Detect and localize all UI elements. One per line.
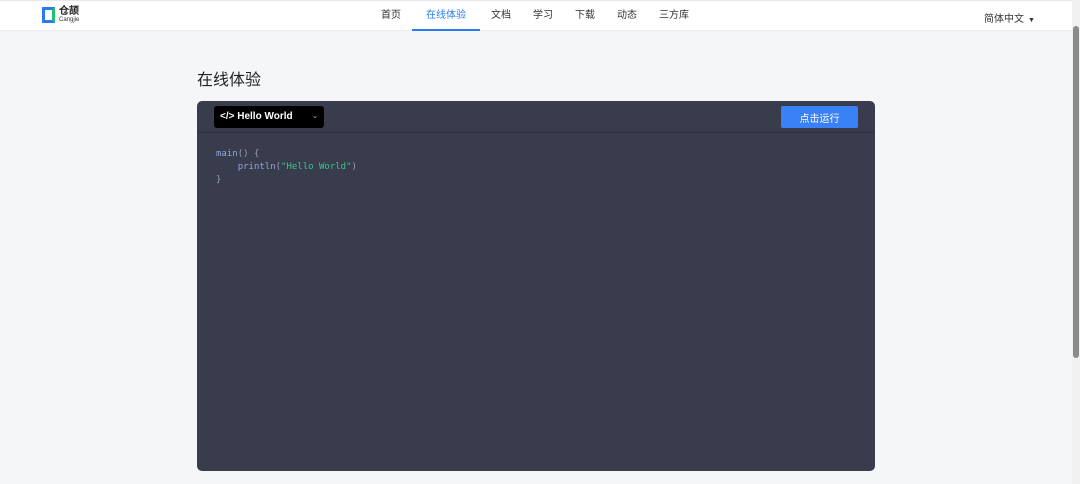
code-editor-panel: </> Hello World ⌄ 点击运行 main() { println("… xyxy=(197,101,875,471)
code-token: } xyxy=(216,175,222,185)
logo[interactable]: 仓颉 Cangjie xyxy=(42,7,79,23)
caret-down-icon: ▼ xyxy=(1028,17,1035,24)
nav-download[interactable]: 下载 xyxy=(564,1,606,31)
example-select[interactable]: </> Hello World ⌄ xyxy=(214,106,324,128)
top-nav: 仓颉 Cangjie 首页 在线体验 文档 学习 下载 动态 三方库 简体中文 ▼ xyxy=(0,0,1072,31)
language-selector[interactable]: 简体中文 ▼ xyxy=(984,10,1035,25)
logo-icon xyxy=(42,7,55,23)
code-token: ) xyxy=(351,162,357,172)
logo-subtext: Cangjie xyxy=(59,17,80,23)
nav-learn[interactable]: 学习 xyxy=(522,1,564,31)
code-token: main xyxy=(216,149,238,159)
example-select-value: </> Hello World xyxy=(220,111,293,122)
main-menu: 首页 在线体验 文档 学习 下载 动态 三方库 xyxy=(370,1,700,31)
nav-home[interactable]: 首页 xyxy=(370,1,412,31)
scrollbar-thumb[interactable] xyxy=(1073,26,1079,358)
nav-libraries[interactable]: 三方库 xyxy=(648,1,700,31)
language-label: 简体中文 xyxy=(984,14,1024,25)
page-title: 在线体验 xyxy=(197,72,262,89)
code-token: println xyxy=(237,162,276,172)
editor-toolbar: </> Hello World ⌄ 点击运行 xyxy=(197,101,875,133)
logo-text: 仓颉 xyxy=(59,6,79,17)
nav-playground[interactable]: 在线体验 xyxy=(412,1,480,31)
chevron-down-icon: ⌄ xyxy=(312,113,318,120)
nav-docs[interactable]: 文档 xyxy=(480,1,522,31)
nav-news[interactable]: 动态 xyxy=(606,1,648,31)
code-token: () { xyxy=(237,149,260,159)
code-area[interactable]: main() { println("Hello World") } xyxy=(197,133,875,187)
run-button[interactable]: 点击运行 xyxy=(781,106,858,128)
scrollbar[interactable] xyxy=(1072,0,1080,484)
code-string: "Hello World" xyxy=(281,162,352,172)
